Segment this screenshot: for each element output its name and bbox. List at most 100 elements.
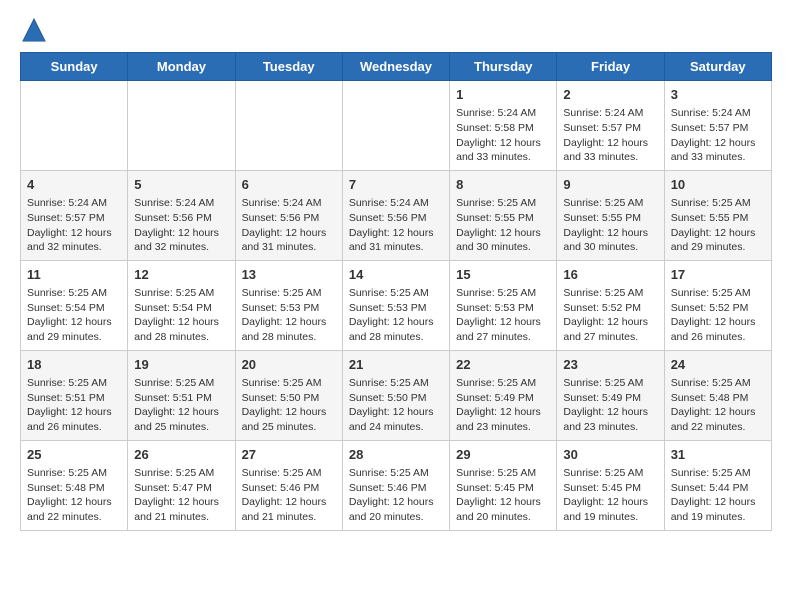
day-number: 20 [242, 356, 336, 374]
day-info: Sunrise: 5:25 AMSunset: 5:49 PMDaylight:… [456, 376, 550, 435]
calendar-cell [128, 81, 235, 171]
day-number: 25 [27, 446, 121, 464]
calendar-cell: 23 Sunrise: 5:25 AMSunset: 5:49 PMDayligh… [557, 350, 664, 440]
calendar-cell: 3Sunrise: 5:24 AMSunset: 5:57 PMDaylight… [664, 81, 771, 171]
day-number: 17 [671, 266, 765, 284]
day-info: Sunrise: 5:25 AMSunset: 5:55 PMDaylight:… [671, 196, 765, 255]
day-number: 5 [134, 176, 228, 194]
day-info: Sunrise: 5:25 AMSunset: 5:45 PMDaylight:… [456, 466, 550, 525]
day-number: 21 [349, 356, 443, 374]
day-of-week-header: Tuesday [235, 53, 342, 81]
calendar-cell: 26 Sunrise: 5:25 AMSunset: 5:47 PMDayligh… [128, 440, 235, 530]
day-info: Sunrise: 5:25 AMSunset: 5:53 PMDaylight:… [349, 286, 443, 345]
calendar-cell: 13 Sunrise: 5:25 AMSunset: 5:53 PMDayligh… [235, 260, 342, 350]
calendar-cell: 12Sunrise: 5:25 AMSunset: 5:54 PMDayligh… [128, 260, 235, 350]
calendar-week-row: 18 Sunrise: 5:25 AMSunset: 5:51 PMDayligh… [21, 350, 772, 440]
calendar-cell [21, 81, 128, 171]
calendar-cell: 2 Sunrise: 5:24 AMSunset: 5:57 PMDaylight… [557, 81, 664, 171]
calendar-body: 1 Sunrise: 5:24 AMSunset: 5:58 PMDaylight… [21, 81, 772, 531]
day-number: 11 [27, 266, 121, 284]
calendar-cell: 15Sunrise: 5:25 AMSunset: 5:53 PMDayligh… [450, 260, 557, 350]
day-info: Sunrise: 5:25 AMSunset: 5:47 PMDaylight:… [134, 466, 228, 525]
days-of-week-row: SundayMondayTuesdayWednesdayThursdayFrid… [21, 53, 772, 81]
calendar-week-row: 1 Sunrise: 5:24 AMSunset: 5:58 PMDaylight… [21, 81, 772, 171]
day-info: Sunrise: 5:25 AMSunset: 5:53 PMDaylight:… [242, 286, 336, 345]
calendar-cell: 5 Sunrise: 5:24 AMSunset: 5:56 PMDaylight… [128, 170, 235, 260]
day-number: 24 [671, 356, 765, 374]
calendar-cell: 29Sunrise: 5:25 AMSunset: 5:45 PMDayligh… [450, 440, 557, 530]
calendar-cell: 6 Sunrise: 5:24 AMSunset: 5:56 PMDaylight… [235, 170, 342, 260]
day-number: 1 [456, 86, 550, 104]
day-of-week-header: Wednesday [342, 53, 449, 81]
day-number: 12 [134, 266, 228, 284]
day-info: Sunrise: 5:25 AMSunset: 5:50 PMDaylight:… [349, 376, 443, 435]
day-info: Sunrise: 5:25 AMSunset: 5:45 PMDaylight:… [563, 466, 657, 525]
calendar-cell: 14 Sunrise: 5:25 AMSunset: 5:53 PMDayligh… [342, 260, 449, 350]
calendar-cell: 18Sunrise: 5:25 AMSunset: 5:51 PMDayligh… [21, 350, 128, 440]
day-number: 14 [349, 266, 443, 284]
day-info: Sunrise: 5:24 AMSunset: 5:56 PMDaylight:… [349, 196, 443, 255]
day-info: Sunrise: 5:25 AMSunset: 5:55 PMDaylight:… [563, 196, 657, 255]
calendar-week-row: 11Sunrise: 5:25 AMSunset: 5:54 PMDayligh… [21, 260, 772, 350]
day-number: 6 [242, 176, 336, 194]
day-info: Sunrise: 5:24 AMSunset: 5:58 PMDaylight:… [456, 106, 550, 165]
day-info: Sunrise: 5:25 AMSunset: 5:55 PMDaylight:… [456, 196, 550, 255]
calendar-cell: 20 Sunrise: 5:25 AMSunset: 5:50 PMDayligh… [235, 350, 342, 440]
calendar-cell: 24 Sunrise: 5:25 AMSunset: 5:48 PMDayligh… [664, 350, 771, 440]
calendar-cell: 17Sunrise: 5:25 AMSunset: 5:52 PMDayligh… [664, 260, 771, 350]
calendar-cell: 28Sunrise: 5:25 AMSunset: 5:46 PMDayligh… [342, 440, 449, 530]
day-number: 31 [671, 446, 765, 464]
day-info: Sunrise: 5:25 AMSunset: 5:48 PMDaylight:… [671, 376, 765, 435]
day-info: Sunrise: 5:25 AMSunset: 5:44 PMDaylight:… [671, 466, 765, 525]
day-of-week-header: Sunday [21, 53, 128, 81]
calendar-cell: 21 Sunrise: 5:25 AMSunset: 5:50 PMDayligh… [342, 350, 449, 440]
day-info: Sunrise: 5:25 AMSunset: 5:46 PMDaylight:… [349, 466, 443, 525]
calendar-week-row: 25 Sunrise: 5:25 AMSunset: 5:48 PMDayligh… [21, 440, 772, 530]
day-number: 19 [134, 356, 228, 374]
page-header [20, 16, 772, 44]
calendar-cell: 8Sunrise: 5:25 AMSunset: 5:55 PMDaylight… [450, 170, 557, 260]
day-number: 3 [671, 86, 765, 104]
day-number: 23 [563, 356, 657, 374]
day-number: 22 [456, 356, 550, 374]
day-number: 2 [563, 86, 657, 104]
day-number: 15 [456, 266, 550, 284]
day-number: 27 [242, 446, 336, 464]
calendar-cell [342, 81, 449, 171]
day-info: Sunrise: 5:25 AMSunset: 5:46 PMDaylight:… [242, 466, 336, 525]
calendar-cell [235, 81, 342, 171]
day-of-week-header: Thursday [450, 53, 557, 81]
day-info: Sunrise: 5:24 AMSunset: 5:57 PMDaylight:… [27, 196, 121, 255]
calendar-cell: 19 Sunrise: 5:25 AMSunset: 5:51 PMDayligh… [128, 350, 235, 440]
calendar-cell: 10Sunrise: 5:25 AMSunset: 5:55 PMDayligh… [664, 170, 771, 260]
day-info: Sunrise: 5:25 AMSunset: 5:51 PMDaylight:… [134, 376, 228, 435]
day-number: 16 [563, 266, 657, 284]
day-info: Sunrise: 5:25 AMSunset: 5:50 PMDaylight:… [242, 376, 336, 435]
day-of-week-header: Saturday [664, 53, 771, 81]
day-number: 7 [349, 176, 443, 194]
day-number: 30 [563, 446, 657, 464]
day-of-week-header: Monday [128, 53, 235, 81]
day-of-week-header: Friday [557, 53, 664, 81]
logo-icon [20, 16, 48, 44]
day-info: Sunrise: 5:24 AMSunset: 5:56 PMDaylight:… [242, 196, 336, 255]
calendar-cell: 1 Sunrise: 5:24 AMSunset: 5:58 PMDaylight… [450, 81, 557, 171]
day-info: Sunrise: 5:25 AMSunset: 5:49 PMDaylight:… [563, 376, 657, 435]
day-number: 18 [27, 356, 121, 374]
day-info: Sunrise: 5:24 AMSunset: 5:57 PMDaylight:… [563, 106, 657, 165]
calendar-week-row: 4 Sunrise: 5:24 AMSunset: 5:57 PMDaylight… [21, 170, 772, 260]
calendar-cell: 16 Sunrise: 5:25 AMSunset: 5:52 PMDayligh… [557, 260, 664, 350]
day-number: 26 [134, 446, 228, 464]
calendar-cell: 22 Sunrise: 5:25 AMSunset: 5:49 PMDayligh… [450, 350, 557, 440]
calendar-cell: 25 Sunrise: 5:25 AMSunset: 5:48 PMDayligh… [21, 440, 128, 530]
day-number: 4 [27, 176, 121, 194]
day-number: 9 [563, 176, 657, 194]
calendar-cell: 11Sunrise: 5:25 AMSunset: 5:54 PMDayligh… [21, 260, 128, 350]
calendar-table: SundayMondayTuesdayWednesdayThursdayFrid… [20, 52, 772, 531]
day-number: 13 [242, 266, 336, 284]
day-info: Sunrise: 5:25 AMSunset: 5:52 PMDaylight:… [563, 286, 657, 345]
day-info: Sunrise: 5:25 AMSunset: 5:48 PMDaylight:… [27, 466, 121, 525]
day-info: Sunrise: 5:24 AMSunset: 5:56 PMDaylight:… [134, 196, 228, 255]
calendar-header: SundayMondayTuesdayWednesdayThursdayFrid… [21, 53, 772, 81]
calendar-cell: 4 Sunrise: 5:24 AMSunset: 5:57 PMDaylight… [21, 170, 128, 260]
